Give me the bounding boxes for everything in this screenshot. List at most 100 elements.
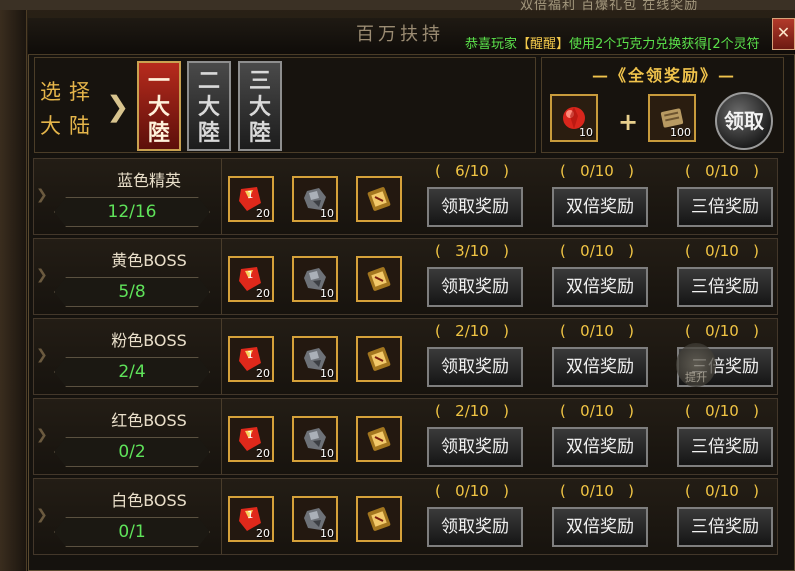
item-count: 10 [579, 126, 593, 139]
close-button[interactable]: ✕ [772, 18, 795, 50]
tier-progress-value: 0/10 [705, 402, 739, 420]
upgrade-badge[interactable]: 提升 [676, 343, 716, 387]
golden-scroll-icon[interactable] [356, 176, 402, 222]
item-count: 10 [320, 287, 334, 300]
tier-progress: ( 0/10 ) [560, 402, 634, 420]
kill-progress-value: 0/2 [118, 442, 146, 462]
select-label-line2: 大陆 [40, 114, 98, 138]
golden-scroll-icon[interactable] [356, 256, 402, 302]
tier-progress: ( 2/10 ) [435, 402, 509, 420]
tier-progress: ( 0/10 ) [685, 162, 759, 180]
tier-progress-value: 2/10 [455, 322, 489, 340]
full-reward-title: —《全领奖励》— [591, 66, 736, 85]
item-count: 20 [256, 367, 270, 380]
kill-progress-value: 2/4 [118, 362, 146, 382]
divider [221, 159, 222, 234]
kill-progress-value: 12/16 [107, 202, 157, 222]
tier-reward-button-2[interactable]: 双倍奖励 [552, 507, 648, 547]
chevron-right-icon: ❯ [106, 90, 130, 123]
tier-progress-value: 0/10 [580, 482, 614, 500]
scroll-bundle-icon[interactable]: 100 [648, 94, 696, 142]
kill-progress: 5/8 [54, 277, 210, 307]
tier-progress-value: 0/10 [705, 162, 739, 180]
broadcast-suffix: 使用2个巧克力兑换获得[2个灵符 [569, 37, 760, 52]
tier-reward-button-3[interactable]: 三倍奖励 [677, 427, 773, 467]
select-continent-label: 选择 大陆 [40, 75, 100, 143]
tier-progress-value: 0/10 [705, 482, 739, 500]
boss-name: 黄色BOSS [111, 251, 187, 270]
divider [221, 479, 222, 554]
tier-reward-button-2[interactable]: 双倍奖励 [552, 347, 648, 387]
continent-tab-1[interactable]: 一 大 陸 [137, 61, 181, 151]
broadcast-ticker: 恭喜玩家【醒醒】使用2个巧克力兑换获得[2个灵符 [465, 33, 780, 52]
tier-reward-button-1[interactable]: 领取奖励 [427, 507, 523, 547]
tier-progress-value: 0/10 [580, 322, 614, 340]
iron-ore-icon[interactable]: 10 [292, 416, 338, 462]
boss-name: 蓝色精英 [116, 171, 181, 190]
tier-reward-button-3[interactable]: 三倍奖励 [677, 267, 773, 307]
item-count: 10 [320, 367, 334, 380]
tier-progress-value: 0/10 [455, 482, 489, 500]
row-ornament-icon: ❯ [36, 187, 48, 203]
tier-reward-button-1[interactable]: 领取奖励 [427, 267, 523, 307]
tier-progress: ( 0/10 ) [685, 482, 759, 500]
tier-reward-button-1[interactable]: 领取奖励 [427, 427, 523, 467]
red-charm-icon[interactable]: 1 20 [228, 496, 274, 542]
golden-scroll-icon[interactable] [356, 496, 402, 542]
kill-progress: 2/4 [54, 357, 210, 387]
svg-text:1: 1 [247, 190, 253, 201]
tier-progress: ( 3/10 ) [435, 242, 509, 260]
plus-icon: + [618, 108, 639, 136]
tier-reward-button-2[interactable]: 双倍奖励 [552, 267, 648, 307]
tier-progress-value: 0/10 [580, 402, 614, 420]
item-count: 20 [256, 207, 270, 220]
iron-ore-icon[interactable]: 10 [292, 176, 338, 222]
broadcast-player-name: 【醒醒】 [517, 37, 570, 52]
red-charm-icon[interactable]: 1 20 [228, 336, 274, 382]
svg-text:1: 1 [247, 270, 253, 281]
tier-progress-value: 0/10 [705, 322, 739, 340]
svg-text:1: 1 [247, 350, 253, 361]
continent-tab-3[interactable]: 三 大 陸 [238, 61, 282, 151]
tier-reward-button-3[interactable]: 三倍奖励 [677, 507, 773, 547]
tier-progress: ( 0/10 ) [435, 482, 509, 500]
boss-row: ❯ 黄色BOSS 5/8 1 20 10 ( 3/10 ) 领取奖励 ( 0/10 ) 双倍奖励 (… [33, 238, 778, 315]
item-count: 100 [670, 126, 691, 139]
tier-reward-button-1[interactable]: 领取奖励 [427, 187, 523, 227]
iron-ore-icon[interactable]: 10 [292, 336, 338, 382]
divider [221, 399, 222, 474]
tier-progress: ( 0/10 ) [685, 242, 759, 260]
select-label-line1: 选择 [40, 80, 98, 104]
tier-progress-value: 0/10 [705, 242, 739, 260]
tier-progress: ( 0/10 ) [560, 322, 634, 340]
iron-ore-icon[interactable]: 10 [292, 496, 338, 542]
item-count: 10 [320, 527, 334, 540]
continent-tab-2[interactable]: 二 大 陸 [187, 61, 231, 151]
kill-progress-value: 5/8 [118, 282, 146, 302]
tier-progress: ( 0/10 ) [560, 482, 634, 500]
item-count: 20 [256, 527, 270, 540]
item-count: 10 [320, 207, 334, 220]
row-ornament-icon: ❯ [36, 507, 48, 523]
left-ornament [0, 0, 27, 571]
golden-scroll-icon[interactable] [356, 336, 402, 382]
kill-progress: 0/1 [54, 517, 210, 547]
golden-scroll-icon[interactable] [356, 416, 402, 462]
claim-all-button[interactable]: 领取 [715, 92, 773, 150]
iron-ore-icon[interactable]: 10 [292, 256, 338, 302]
svg-text:1: 1 [247, 430, 253, 441]
red-charm-icon[interactable]: 1 20 [228, 176, 274, 222]
tier-reward-button-2[interactable]: 双倍奖励 [552, 187, 648, 227]
tier-progress-value: 0/10 [580, 242, 614, 260]
tier-reward-button-2[interactable]: 双倍奖励 [552, 427, 648, 467]
top-strip-text: 双倍福利 百爆礼包 在线奖励 [520, 0, 699, 13]
row-ornament-icon: ❯ [36, 347, 48, 363]
red-charm-icon[interactable]: 1 20 [228, 416, 274, 462]
red-charm-icon[interactable]: 1 20 [228, 256, 274, 302]
divider [221, 319, 222, 394]
boss-row: ❯ 粉色BOSS 2/4 1 20 10 ( 2/10 ) 领取奖励 ( 0/10 ) 双倍奖励 (… [33, 318, 778, 395]
tier-reward-button-1[interactable]: 领取奖励 [427, 347, 523, 387]
tier-reward-button-3[interactable]: 三倍奖励 [677, 187, 773, 227]
red-gem-icon[interactable]: 10 [550, 94, 598, 142]
tier-progress: ( 0/10 ) [685, 402, 759, 420]
